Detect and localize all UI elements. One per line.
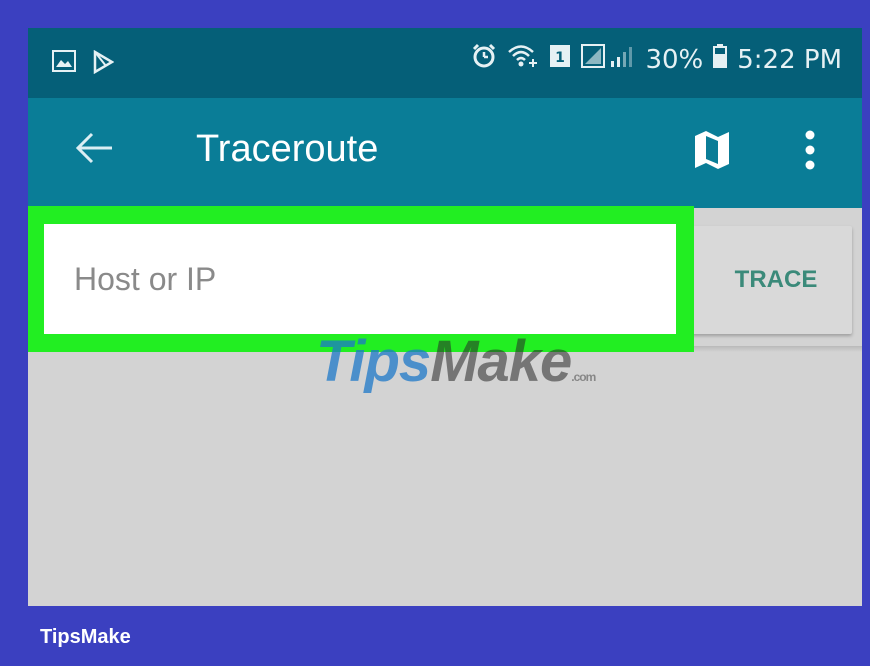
arrow-left-icon[interactable] — [72, 126, 116, 170]
battery-percent: 30% — [645, 44, 704, 75]
app-bar: Traceroute — [28, 98, 862, 208]
input-highlight — [28, 206, 694, 352]
watermark-suffix: .com — [571, 370, 596, 384]
status-bar: 1 30% 5:22 PM — [28, 28, 862, 98]
host-input[interactable] — [44, 224, 676, 334]
clock: 5:22 PM — [737, 44, 842, 75]
phone-screen: 1 30% 5:22 PM Traceroute TRACE Host or I… — [28, 28, 862, 606]
alarm-icon — [471, 43, 497, 76]
caption-brand: TipsMake — [40, 626, 131, 648]
host-field-container — [44, 224, 676, 334]
divider — [694, 346, 862, 352]
signal-icon — [581, 43, 635, 76]
play-store-icon — [92, 49, 115, 79]
wifi-icon — [507, 43, 539, 76]
page-title: Traceroute — [196, 128, 379, 170]
battery-icon — [713, 44, 728, 75]
map-icon[interactable] — [692, 128, 732, 170]
trace-button[interactable]: TRACE — [670, 226, 852, 334]
sim-icon: 1 — [549, 44, 571, 75]
more-vertical-icon[interactable] — [798, 128, 822, 172]
image-icon — [52, 50, 76, 79]
svg-text:1: 1 — [556, 50, 566, 66]
